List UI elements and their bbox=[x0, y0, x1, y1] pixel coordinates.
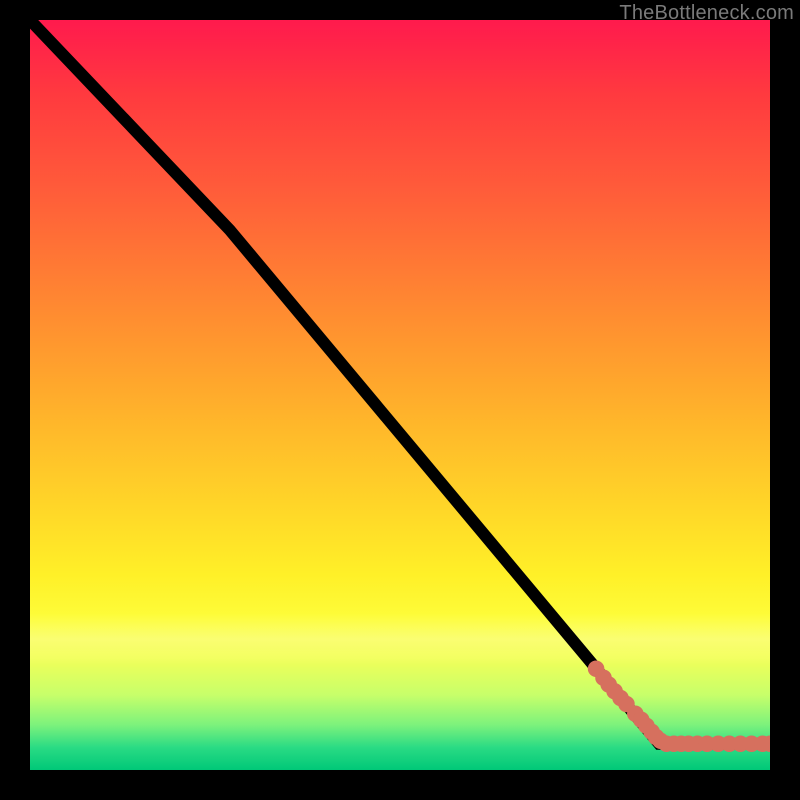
plot-svg bbox=[30, 20, 770, 770]
chart-frame: TheBottleneck.com bbox=[0, 0, 800, 800]
attribution-text: TheBottleneck.com bbox=[619, 2, 794, 25]
scatter-group bbox=[592, 664, 770, 748]
data-point bbox=[765, 739, 770, 748]
data-point bbox=[622, 700, 631, 709]
curve-path bbox=[30, 20, 770, 744]
plot-area bbox=[30, 20, 770, 770]
